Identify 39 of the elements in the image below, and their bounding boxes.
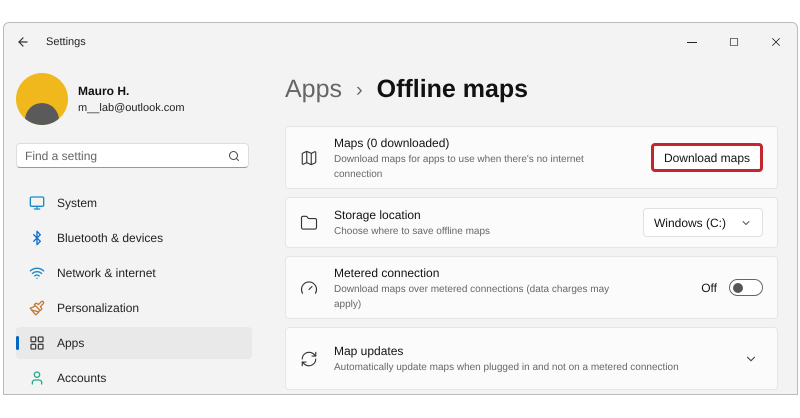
setting-title: Storage location <box>334 207 422 224</box>
avatar <box>16 73 68 125</box>
setting-title: Maps (0 downloaded) <box>334 134 450 152</box>
download-button[interactable]: Download maps <box>650 143 763 172</box>
setting-title: Metered connection <box>334 264 440 282</box>
search-field[interactable]: Find a setting <box>16 143 249 168</box>
apps-icon <box>29 335 45 351</box>
selection-indicator <box>16 336 19 350</box>
nav-item[interactable]: Network & internet <box>16 257 252 289</box>
storage-dropdown[interactable]: Windows (C:) <box>642 208 763 237</box>
nav-item[interactable]: System <box>16 187 252 219</box>
refresh-icon <box>300 350 318 368</box>
brush-icon <box>29 300 45 316</box>
map-icon <box>300 148 318 166</box>
search-icon[interactable] <box>228 150 240 162</box>
back-icon[interactable] <box>16 35 30 49</box>
breadcrumb-parent[interactable]: Apps <box>285 71 342 109</box>
folder-icon <box>300 214 318 232</box>
nav-item[interactable]: Personalization <box>16 292 252 324</box>
window-title: Settings <box>46 34 86 50</box>
setting-description: Download maps for apps to use when there's no internet connection <box>334 152 585 182</box>
setting-description: Download maps over metered connections (data charges may apply) <box>334 282 610 312</box>
maximize-icon <box>729 37 739 47</box>
toggle-switch[interactable] <box>729 279 763 296</box>
breadcrumb-separator: › <box>356 78 363 103</box>
gauge-icon <box>300 278 318 296</box>
setting-description: Automatically update maps when plugged in and not on a metered connection <box>334 361 680 375</box>
nav-item[interactable]: Bluetooth & devices <box>16 222 252 254</box>
person-icon <box>29 370 45 386</box>
toggle-state: Off <box>701 280 717 296</box>
setting-description: Choose where to save offline maps <box>334 225 492 239</box>
nav-item[interactable]: Accounts <box>16 362 252 394</box>
page-title: Offline maps <box>376 74 528 106</box>
nav-item[interactable]: Apps <box>16 327 252 359</box>
wifi-icon <box>29 265 45 281</box>
user-name: Mauro H. <box>78 82 130 100</box>
monitor-icon <box>29 195 45 211</box>
user-email: m__lab@outlook.com <box>78 100 185 116</box>
setting-title: Map updates <box>334 343 404 360</box>
